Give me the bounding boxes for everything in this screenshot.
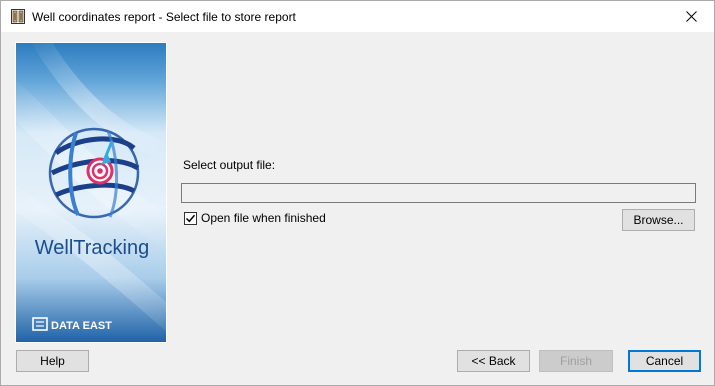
output-file-label: Select output file:: [183, 158, 276, 172]
browse-button[interactable]: Browse...: [622, 209, 695, 231]
checkmark-icon: [185, 214, 196, 223]
help-button[interactable]: Help: [16, 350, 89, 372]
open-when-finished-label[interactable]: Open file when finished: [201, 211, 326, 225]
wizard-banner: WellTracking DATA EAST: [15, 42, 167, 343]
cancel-button[interactable]: Cancel: [628, 350, 701, 372]
close-button[interactable]: [668, 1, 714, 32]
dialog-window: Well coordinates report - Select file to…: [0, 0, 715, 386]
close-icon: [685, 11, 697, 22]
product-name: WellTracking: [35, 237, 149, 259]
finish-button[interactable]: Finish: [539, 350, 613, 372]
app-icon: [11, 9, 25, 24]
back-button[interactable]: << Back: [457, 350, 530, 372]
output-file-input[interactable]: [181, 183, 696, 203]
open-when-finished-checkbox[interactable]: [184, 212, 197, 225]
banner-graphic: WellTracking DATA EAST: [16, 43, 166, 342]
company-name: DATA EAST: [51, 320, 112, 332]
window-title: Well coordinates report - Select file to…: [32, 10, 296, 24]
title-bar: Well coordinates report - Select file to…: [1, 1, 714, 32]
